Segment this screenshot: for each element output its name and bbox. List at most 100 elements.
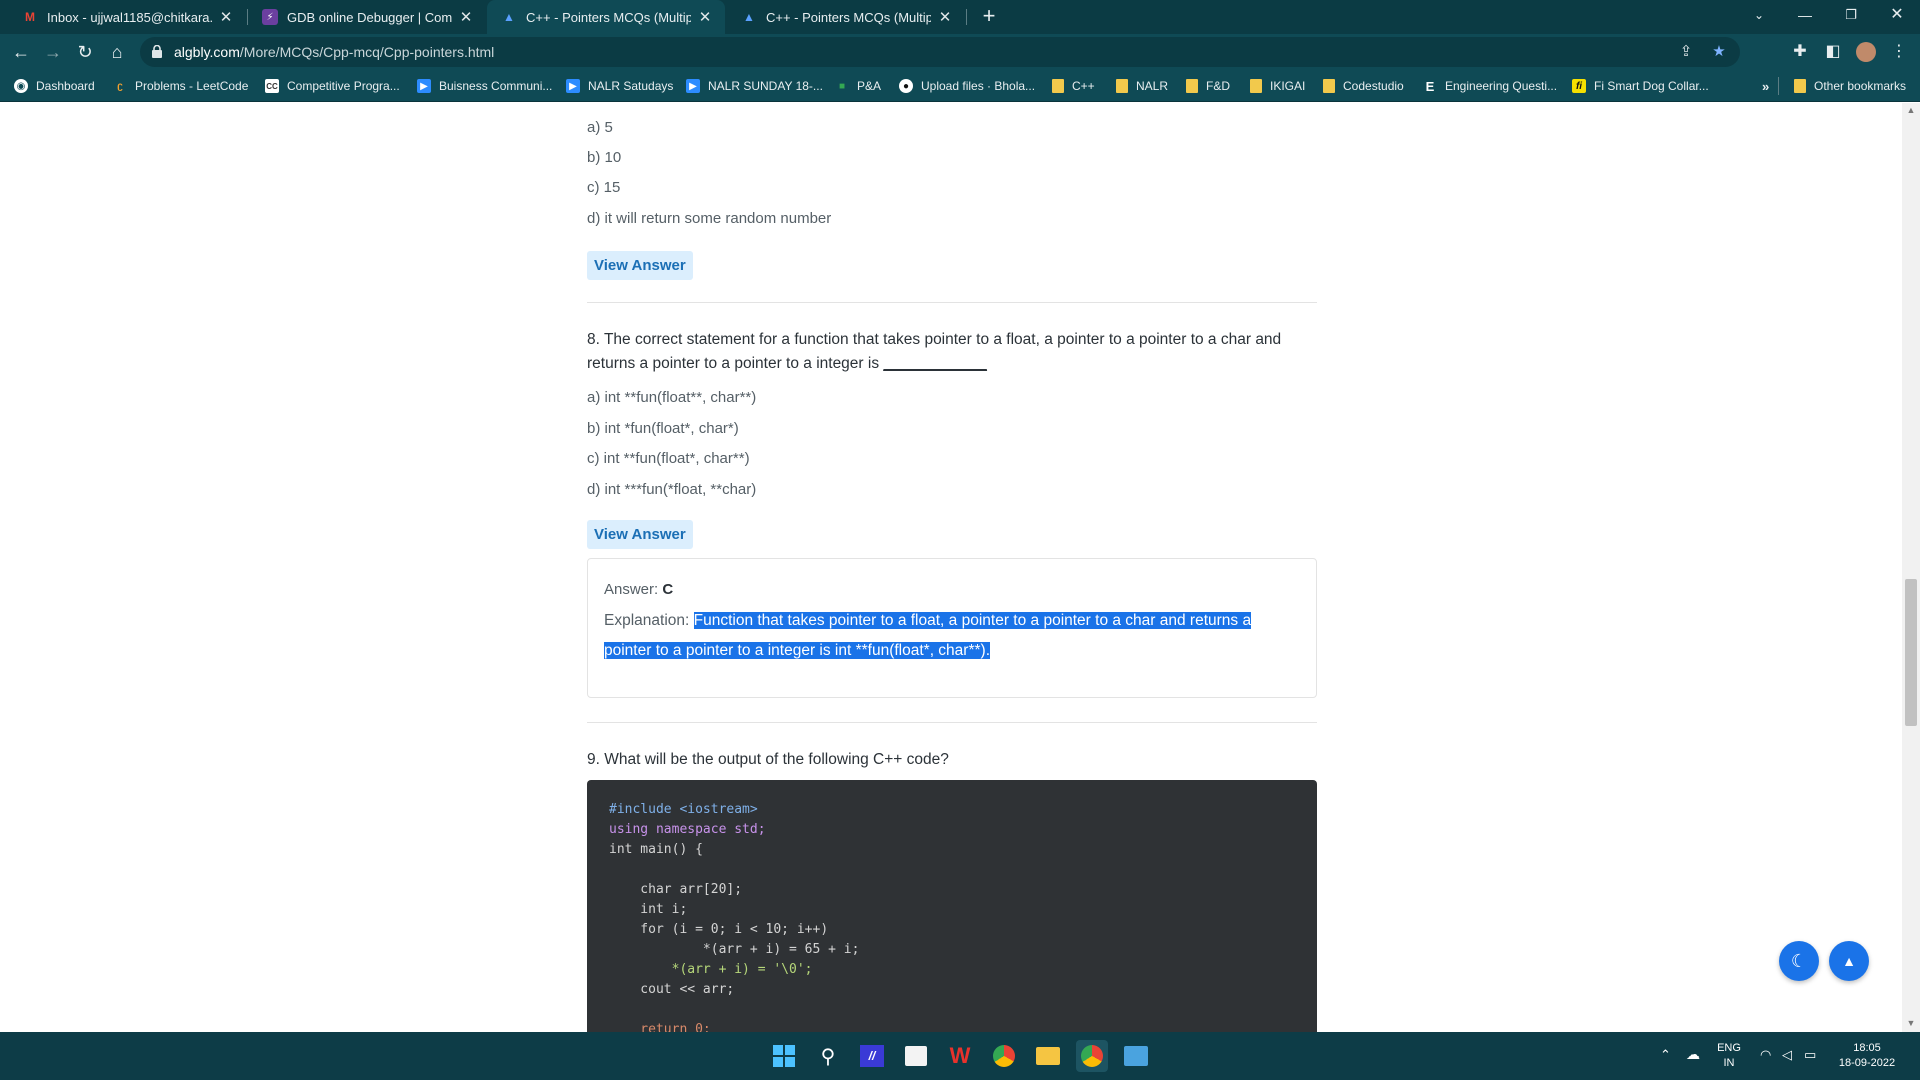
bookmark-nalr-sunday[interactable]: ▶ NALR SUNDAY 18-... [686, 77, 823, 95]
folder-icon [1250, 79, 1262, 93]
bookmarks-bar: ◉ Dashboard ʗ Problems - LeetCode CC Com… [0, 70, 1920, 102]
url-text[interactable]: algbly.com/More/MCQs/Cpp-mcq/Cpp-pointer… [174, 44, 494, 60]
close-icon[interactable]: ✕ [937, 8, 953, 26]
tab-title: GDB online Debugger | Compiler [287, 9, 452, 25]
bookmark-p-and-a[interactable]: ■ P&A [835, 77, 881, 95]
bookmark-dashboard[interactable]: ◉ Dashboard [14, 77, 95, 95]
show-hidden-icons-icon[interactable]: ⌃ [1660, 1047, 1671, 1062]
algbly-icon: ▲ [503, 10, 515, 24]
q7-view-answer-button[interactable]: View Answer [587, 251, 693, 280]
scroll-down-arrow-icon[interactable]: ▼ [1906, 1018, 1916, 1028]
new-tab-button[interactable]: + [976, 4, 1002, 30]
code-line: int i; [609, 902, 688, 917]
bookmark-business-communication[interactable]: ▶ Buisness Communi... [417, 77, 552, 95]
scroll-to-top-button[interactable]: ▲ [1829, 941, 1869, 981]
tab-pointers-mcq[interactable]: ▲ C++ - Pointers MCQs (Multiple C ✕ [727, 0, 965, 34]
close-icon[interactable]: ✕ [218, 8, 234, 26]
explanation-text-selected[interactable]: Function that takes pointer to a float, … [693, 612, 1252, 629]
volume-icon[interactable]: ◁ [1782, 1047, 1792, 1062]
bookmark-label: Codestudio [1343, 79, 1404, 93]
bookmark-folder-cpp[interactable]: C++ [1052, 77, 1095, 95]
onedrive-icon[interactable]: ☁ [1686, 1047, 1700, 1062]
scroll-up-arrow-icon[interactable]: ▲ [1906, 105, 1916, 115]
q8-option-b: b) int *fun(float*, char*) [587, 420, 739, 437]
bookmark-label: F&D [1206, 79, 1230, 93]
side-panel-icon[interactable]: ◧ [1820, 39, 1846, 65]
home-icon[interactable]: ⌂ [104, 39, 130, 65]
explanation-text-selected[interactable]: pointer to a pointer to a integer is int… [604, 642, 990, 659]
chrome-icon[interactable] [988, 1040, 1020, 1072]
q9-code-block[interactable]: #include <iostream> using namespace std;… [587, 780, 1317, 1032]
bookmarks-overflow-button[interactable]: » [1762, 77, 1769, 95]
bookmark-folder-ikigai[interactable]: IKIGAI [1250, 77, 1305, 95]
clock[interactable]: 18:05 18-09-2022 [1832, 1041, 1902, 1071]
url-host: algbly.com [174, 44, 240, 60]
bookmark-engineering-questions[interactable]: E Engineering Questi... [1423, 77, 1557, 95]
bookmark-label: NALR [1136, 79, 1169, 93]
bookmark-leetcode[interactable]: ʗ Problems - LeetCode [113, 77, 248, 95]
q8-view-answer-button[interactable]: View Answer [587, 520, 693, 549]
tab-gmail[interactable]: M Inbox - ujjwal1185@chitkara.edu ✕ [8, 0, 246, 34]
bookmark-other-bookmarks[interactable]: Other bookmarks [1794, 77, 1906, 95]
folder-icon [1052, 79, 1064, 93]
scrollbar-thumb[interactable] [1905, 579, 1917, 726]
q8-answer-box: Answer: C Explanation: Function that tak… [587, 558, 1317, 698]
language-indicator[interactable]: ENG IN [1716, 1041, 1742, 1071]
battery-icon[interactable]: ▭ [1804, 1047, 1816, 1062]
close-icon[interactable]: ✕ [458, 8, 474, 26]
chrome-profile-icon[interactable] [1076, 1040, 1108, 1072]
code-line: char arr[20]; [609, 882, 743, 897]
share-icon[interactable]: ⇪ [1675, 41, 1697, 63]
address-bar[interactable]: algbly.com/More/MCQs/Cpp-mcq/Cpp-pointer… [140, 37, 1740, 67]
chevron-up-icon: ▲ [1842, 953, 1856, 969]
bookmark-label: NALR Satudays [588, 79, 674, 93]
tab-gdb[interactable]: ⚡ GDB online Debugger | Compiler ✕ [248, 0, 486, 34]
wifi-icon[interactable]: ◠ [1760, 1047, 1771, 1062]
window-close-icon[interactable]: ✕ [1874, 0, 1920, 30]
extensions-icon[interactable]: ✚ [1787, 39, 1813, 65]
url-path: /More/MCQs/Cpp-mcq/Cpp-pointers.html [239, 44, 495, 60]
fi-icon: fi [1572, 79, 1586, 93]
code-line: cout << arr; [609, 982, 735, 997]
lock-icon[interactable] [152, 45, 162, 58]
profile-avatar[interactable] [1853, 39, 1879, 65]
back-icon[interactable]: ← [8, 39, 34, 65]
vscode-icon[interactable]: // [856, 1040, 888, 1072]
restore-icon[interactable]: ❐ [1828, 0, 1874, 30]
bookmark-folder-nalr[interactable]: NALR [1116, 77, 1168, 95]
q8-explanation[interactable]: Explanation: Function that takes pointer… [604, 606, 1304, 666]
code-line: using namespace std; [609, 822, 766, 837]
close-icon[interactable]: ✕ [697, 8, 713, 26]
forward-icon[interactable]: → [40, 39, 66, 65]
wps-office-icon[interactable]: W [944, 1040, 976, 1072]
reload-icon[interactable]: ↻ [72, 39, 98, 65]
menu-icon[interactable]: ⋮ [1886, 39, 1912, 65]
q8-option-c: c) int **fun(float*, char**) [587, 450, 750, 467]
page-scrollbar[interactable]: ▲ ▼ [1902, 103, 1920, 1032]
bookmark-fi-smart-dog-collar[interactable]: fi Fi Smart Dog Collar... [1572, 77, 1709, 95]
photos-icon[interactable] [1120, 1040, 1152, 1072]
minimize-icon[interactable]: — [1782, 0, 1828, 30]
tab-pointers-mcq-active[interactable]: ▲ C++ - Pointers MCQs (Multiple C ✕ [487, 0, 725, 34]
tab-search-icon[interactable]: ⌄ [1736, 0, 1782, 30]
bookmark-label: P&A [857, 79, 882, 93]
tab-title: C++ - Pointers MCQs (Multiple C [766, 9, 931, 25]
microsoft-store-icon[interactable] [900, 1040, 932, 1072]
bookmark-competitive-programming[interactable]: CC Competitive Progra... [265, 77, 400, 95]
time: 18:05 [1853, 1042, 1881, 1054]
q7-option-b: b) 10 [587, 149, 622, 166]
zoom-icon: ▶ [417, 79, 431, 93]
bookmark-label: Competitive Progra... [287, 79, 400, 93]
bookmark-star-icon[interactable]: ★ [1708, 41, 1730, 63]
bookmark-upload-files[interactable]: ● Upload files · Bhola... [899, 77, 1035, 95]
explanation-label: Explanation: [604, 612, 690, 629]
search-icon[interactable]: ⚲ [812, 1040, 844, 1072]
bookmark-folder-fd[interactable]: F&D [1186, 77, 1230, 95]
bookmark-folder-codestudio[interactable]: Codestudio [1323, 77, 1404, 95]
bookmark-nalr-saturdays[interactable]: ▶ NALR Satudays [566, 77, 673, 95]
file-explorer-icon[interactable] [1032, 1040, 1064, 1072]
dark-mode-toggle[interactable]: ☾ [1779, 941, 1819, 981]
tab-title: Inbox - ujjwal1185@chitkara.edu [47, 9, 212, 25]
windows-start-icon[interactable] [768, 1040, 800, 1072]
code-line: int main() { [609, 842, 703, 857]
